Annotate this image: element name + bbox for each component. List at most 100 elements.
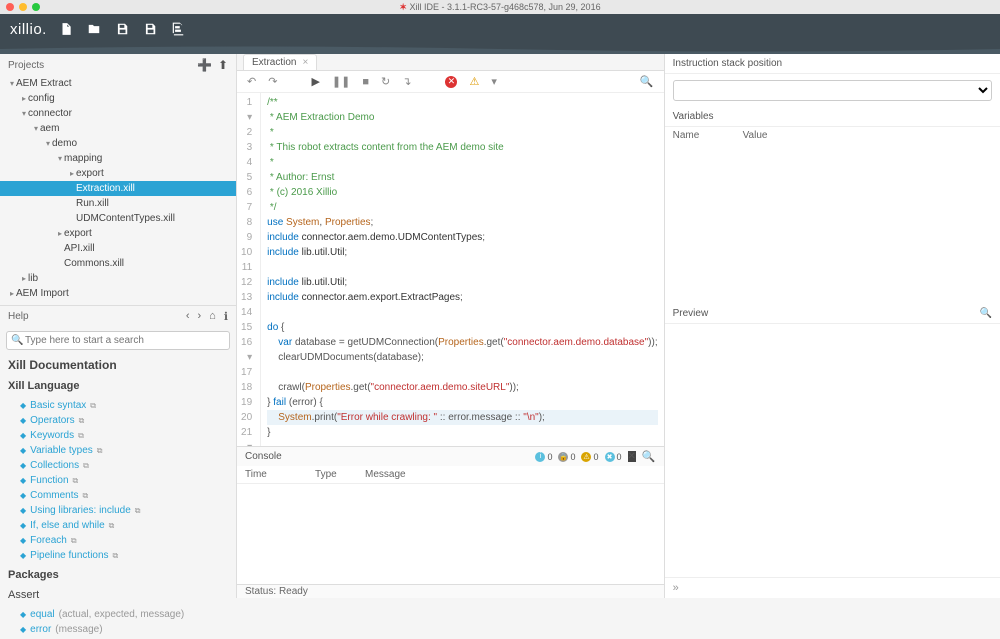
doc-item[interactable]: ◆ Foreach ⧉	[0, 533, 236, 548]
right-pane: Instruction stack position Variables Nam…	[664, 54, 1000, 598]
close-tab-icon[interactable]: ×	[302, 57, 308, 68]
doc-item[interactable]: ◆ Collections ⧉	[0, 458, 236, 473]
warnings-icon[interactable]: ⚠	[469, 75, 479, 88]
projects-label: Projects	[8, 60, 44, 71]
titlebar: ✶ Xill IDE - 3.1.1-RC3-57-g468c578, Jun …	[0, 0, 1000, 14]
help-back-icon[interactable]: ‹	[186, 310, 190, 323]
console-panel: Console i0 🔒0 ⚠0 ✖0 ✕ 🔍 Time Type Messag…	[237, 446, 664, 584]
sidebar: Projects ➕ ⬆ AEM Extract config connecto…	[0, 54, 237, 598]
console-search-icon[interactable]: 🔍	[642, 450, 656, 463]
packages-header: Packages	[0, 565, 236, 585]
stop-icon[interactable]: ■	[362, 76, 369, 88]
step-over-icon[interactable]: ↻	[381, 75, 390, 88]
main-toolbar: xillio.	[0, 14, 1000, 44]
add-project-icon[interactable]: ➕	[197, 58, 212, 72]
doc-item[interactable]: ◆ Basic syntax ⧉	[0, 398, 236, 413]
expand-icon[interactable]: »	[665, 577, 1000, 598]
editor-search-icon[interactable]: 🔍	[640, 75, 654, 88]
tree-item[interactable]: UDMContentTypes.xill	[0, 211, 236, 226]
tree-item[interactable]: connector	[0, 106, 236, 121]
variables-body	[665, 144, 1000, 304]
tree-item[interactable]: mapping	[0, 151, 236, 166]
open-folder-icon[interactable]	[87, 22, 101, 36]
upload-project-icon[interactable]: ⬆	[218, 58, 228, 72]
console-clear-icon[interactable]: ✕	[628, 451, 636, 462]
tree-item[interactable]: demo	[0, 136, 236, 151]
pause-icon[interactable]: ❚❚	[332, 75, 350, 88]
dropdown-icon[interactable]: ▾	[491, 75, 497, 88]
editor-gutter: 1 ▾2345678910111213141516 ▾1718192021 ▾2…	[237, 93, 261, 446]
projects-header: Projects ➕ ⬆	[0, 54, 236, 76]
folder-arrow-icon	[56, 154, 64, 163]
preview-search-icon[interactable]: 🔍	[980, 308, 992, 319]
minimize-window-icon[interactable]	[19, 3, 27, 11]
tree-item[interactable]: lib	[0, 271, 236, 286]
new-file-icon[interactable]	[59, 22, 73, 36]
project-tree: AEM Extract config connector aem demo ma…	[0, 76, 236, 301]
status-value: Ready	[279, 586, 308, 597]
undo-icon[interactable]: ↶	[247, 75, 256, 88]
editor-pane: Extraction × ↶ ↷ ▶ ❚❚ ■ ↻ ↴ ✕ ⚠ ▾ 🔍 1 ▾2…	[237, 54, 664, 598]
maximize-window-icon[interactable]	[32, 3, 40, 11]
tree-item[interactable]: AEM Extract	[0, 76, 236, 91]
search-icon: 🔍	[11, 335, 23, 346]
tree-item[interactable]: export	[0, 166, 236, 181]
save-icon[interactable]	[115, 22, 129, 36]
tree-item[interactable]: API.xill	[0, 241, 236, 256]
doc-list: ◆ Basic syntax ⧉◆ Operators ⧉◆ Keywords …	[0, 396, 236, 565]
doc-item[interactable]: ◆ Pipeline functions ⧉	[0, 548, 236, 563]
close-window-icon[interactable]	[6, 3, 14, 11]
console-columns: Time Type Message	[237, 466, 664, 484]
run-icon[interactable]: ▶	[311, 75, 319, 88]
help-forward-icon[interactable]: ›	[198, 310, 202, 323]
save-as-icon[interactable]	[143, 22, 157, 36]
editor-toolbar: ↶ ↷ ▶ ❚❚ ■ ↻ ↴ ✕ ⚠ ▾ 🔍	[237, 71, 664, 93]
folder-arrow-icon	[56, 229, 64, 238]
save-all-icon[interactable]	[171, 22, 185, 36]
help-search-input[interactable]	[6, 331, 230, 350]
stack-select[interactable]	[673, 80, 992, 101]
tree-item[interactable]: Commons.xill	[0, 256, 236, 271]
preview-body	[665, 324, 1000, 577]
tree-item[interactable]: Extraction.xill	[0, 181, 236, 196]
doc-header: Xill Documentation	[0, 354, 236, 376]
console-info-icon[interactable]: i	[535, 452, 545, 462]
tree-item[interactable]: export	[0, 226, 236, 241]
tab-bar: Extraction ×	[237, 54, 664, 71]
help-home-icon[interactable]: ⌂	[209, 310, 216, 323]
doc-item[interactable]: ◆ Using libraries: include ⧉	[0, 503, 236, 518]
assert-list: ◆ equal(actual, expected, message)◆ erro…	[0, 605, 236, 639]
redo-icon[interactable]: ↷	[268, 75, 277, 88]
doc-item[interactable]: ◆ Comments ⧉	[0, 488, 236, 503]
tree-item[interactable]: config	[0, 91, 236, 106]
doc-item[interactable]: ◆ Operators ⧉	[0, 413, 236, 428]
tree-item[interactable]: Run.xill	[0, 196, 236, 211]
doc-item[interactable]: ◆ If, else and while ⧉	[0, 518, 236, 533]
console-lock-icon[interactable]: 🔒	[558, 452, 568, 462]
doc-item[interactable]: ◆ error(message)	[0, 622, 236, 637]
console-error-icon[interactable]: ✖	[605, 452, 615, 462]
lang-header: Xill Language	[0, 376, 236, 396]
doc-item[interactable]: ◆ Keywords ⧉	[0, 428, 236, 443]
tree-item[interactable]: AEM Import	[0, 286, 236, 301]
folder-arrow-icon	[32, 124, 40, 133]
folder-arrow-icon	[8, 79, 16, 88]
clear-breakpoints-icon[interactable]: ✕	[445, 76, 457, 88]
step-into-icon[interactable]: ↴	[402, 75, 411, 88]
editor-code[interactable]: /** * AEM Extraction Demo * * This robot…	[261, 93, 663, 446]
doc-item[interactable]: ◆ Function ⧉	[0, 473, 236, 488]
stack-header: Instruction stack position	[665, 54, 1000, 74]
decorative-wave	[0, 44, 1000, 54]
doc-item[interactable]: ◆ equal(actual, expected, message)	[0, 607, 236, 622]
doc-item[interactable]: ◆ Variable types ⧉	[0, 443, 236, 458]
tree-item[interactable]: aem	[0, 121, 236, 136]
console-label: Console	[245, 451, 282, 462]
logo: xillio.	[10, 21, 47, 38]
traffic-lights	[6, 3, 40, 11]
folder-arrow-icon	[20, 274, 28, 283]
folder-arrow-icon	[20, 109, 28, 118]
help-info-icon[interactable]: ℹ	[224, 310, 228, 323]
console-warn-icon[interactable]: ⚠	[581, 452, 591, 462]
tab-extraction[interactable]: Extraction ×	[243, 54, 317, 70]
console-body	[237, 484, 664, 584]
